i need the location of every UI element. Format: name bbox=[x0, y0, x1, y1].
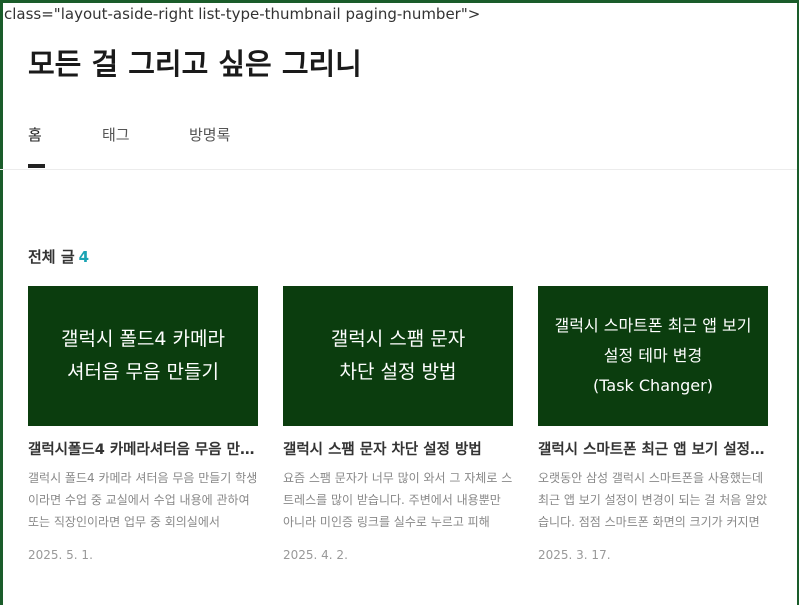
window-frame-top bbox=[0, 0, 799, 3]
post-excerpt: 오랫동안 삼성 갤럭시 스마트폰을 사용했는데 최근 앱 보기 설정이 변경이 … bbox=[538, 471, 768, 529]
nav-item-tags[interactable]: 태그 bbox=[102, 124, 130, 145]
post-title[interactable]: 갤럭시 스마트폰 최근 앱 보기 설정 테마 변경 bbox=[538, 440, 768, 460]
post-count-value: 4 bbox=[78, 248, 90, 266]
blog-title[interactable]: 모든 걸 그리고 싶은 그리니 bbox=[28, 44, 362, 84]
post-thumbnail-text: 갤럭시 스마트폰 최근 앱 보기 설정 테마 변경 (Task Changer) bbox=[554, 316, 752, 395]
post-card[interactable]: 갤럭시 폴드4 카메라 셔터음 무음 만들기 갤럭시폴드4 카메라셔터음 무음 … bbox=[28, 286, 258, 563]
post-card[interactable]: 갤럭시 스마트폰 최근 앱 보기 설정 테마 변경 (Task Changer)… bbox=[538, 286, 768, 563]
post-date: 2025. 3. 17. bbox=[538, 548, 611, 562]
post-thumbnail-text: 갤럭시 폴드4 카메라 셔터음 무음 만들기 bbox=[60, 328, 225, 383]
post-date: 2025. 4. 2. bbox=[283, 548, 348, 562]
post-excerpt: 갤럭시 폴드4 카메라 셔터음 무음 만들기 학생이라면 수업 중 교실에서 수… bbox=[28, 471, 258, 529]
nav-active-indicator bbox=[28, 164, 45, 168]
post-thumbnail[interactable]: 갤럭시 스팸 문자 차단 설정 방법 bbox=[283, 286, 513, 426]
main-nav: 홈 태그 방명록 bbox=[0, 110, 797, 170]
post-excerpt: 요즘 스팸 문자가 너무 많이 와서 그 자체로 스트레스를 많이 받습니다. … bbox=[283, 471, 513, 529]
nav-item-guestbook[interactable]: 방명록 bbox=[189, 124, 230, 145]
nav-item-home[interactable]: 홈 bbox=[28, 124, 42, 145]
post-title[interactable]: 갤럭시폴드4 카메라셔터음 무음 만들기 bbox=[28, 440, 258, 460]
post-date: 2025. 5. 1. bbox=[28, 548, 93, 562]
post-count-label: 전체 글 bbox=[28, 248, 75, 266]
post-card[interactable]: 갤럭시 스팸 문자 차단 설정 방법 갤럭시 스팸 문자 차단 설정 방법 요즘… bbox=[283, 286, 513, 563]
post-thumbnail[interactable]: 갤럭시 폴드4 카메라 셔터음 무음 만들기 bbox=[28, 286, 258, 426]
window-frame-left bbox=[0, 0, 3, 605]
post-thumbnail[interactable]: 갤럭시 스마트폰 최근 앱 보기 설정 테마 변경 (Task Changer) bbox=[538, 286, 768, 426]
post-count-heading: 전체 글4 bbox=[28, 246, 89, 267]
leaked-markup-text: class="layout-aside-right list-type-thum… bbox=[4, 5, 481, 23]
post-title[interactable]: 갤럭시 스팸 문자 차단 설정 방법 bbox=[283, 440, 513, 460]
post-thumbnail-text: 갤럭시 스팸 문자 차단 설정 방법 bbox=[330, 328, 466, 383]
